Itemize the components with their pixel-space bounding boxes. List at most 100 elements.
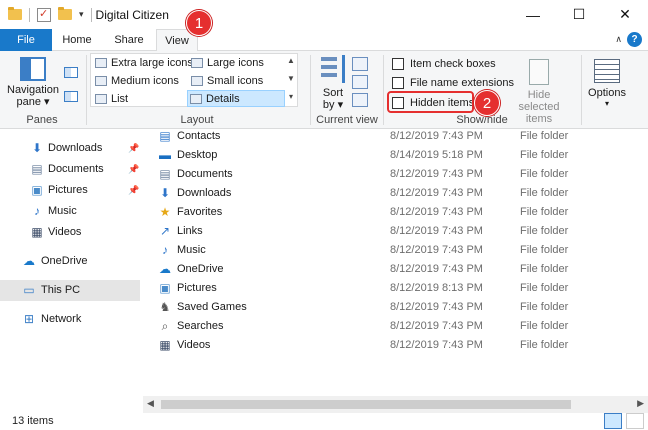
layout-option-label: List [111, 93, 129, 105]
file-name: Searches [177, 320, 224, 332]
nav-item-documents[interactable]: ▤ Documents 📌 [0, 159, 140, 180]
file-date: 8/12/2019 7:43 PM [390, 168, 483, 180]
pictures-icon: ▣ [31, 183, 43, 197]
quick-access-toolbar: ▾ [0, 0, 92, 29]
file-type: File folder [520, 320, 569, 332]
item-check-boxes-toggle[interactable]: Item check boxes [392, 55, 496, 73]
navigation-pane-button[interactable]: Navigation pane ▾ [6, 57, 60, 108]
group-by-icon[interactable] [352, 57, 368, 71]
nav-item-videos[interactable]: ▦ Videos [0, 222, 140, 243]
scrollbar-thumb[interactable] [161, 400, 571, 409]
close-icon[interactable]: ✕ [602, 0, 648, 29]
table-row[interactable]: ⬇ Downloads 8/12/2019 7:43 PM File folder [143, 184, 648, 203]
nav-item-label: Downloads [48, 142, 103, 154]
horizontal-scrollbar[interactable]: ◀ ▶ [143, 396, 648, 413]
help-icon[interactable]: ? [627, 32, 642, 47]
maximize-icon[interactable]: ☐ [556, 0, 602, 29]
file-type: File folder [520, 187, 569, 199]
network-icon: ⊞ [23, 312, 35, 326]
nav-item-music[interactable]: ♪ Music [0, 201, 140, 222]
ribbon: Navigation pane ▾ Panes Layout Extra lar… [0, 51, 648, 129]
scroll-left-icon[interactable]: ◀ [147, 398, 154, 409]
nav-item-downloads[interactable]: ⬇ Downloads 📌 [0, 138, 140, 159]
saved-games-icon: ♞ [159, 300, 171, 314]
table-row[interactable]: ♪ Music 8/12/2019 7:43 PM File folder [143, 241, 648, 260]
table-row[interactable]: ↗ Links 8/12/2019 7:43 PM File folder [143, 222, 648, 241]
options-button[interactable]: Options ▾ [582, 55, 632, 108]
tab-file[interactable]: File [0, 29, 52, 51]
table-row[interactable]: ⌕ Searches 8/12/2019 7:43 PM File folder [143, 317, 648, 336]
large-icons-view-icon[interactable] [626, 413, 644, 429]
layout-details[interactable]: Details [187, 90, 285, 107]
chevron-up-icon[interactable]: ∧ [615, 34, 622, 45]
large-icons-icon [191, 58, 203, 68]
file-name: Desktop [177, 149, 218, 161]
details-view-icon[interactable] [604, 413, 622, 429]
pin-icon: 📌 [128, 185, 140, 195]
desktop-icon: ▬ [159, 148, 171, 162]
table-row[interactable]: ▬ Desktop 8/14/2019 5:18 PM File folder [143, 146, 648, 165]
layout-option-label: Small icons [207, 75, 264, 87]
sort-by-button[interactable]: Sort by ▾ [316, 55, 350, 111]
layout-medium-icons[interactable]: Medium icons [93, 73, 179, 90]
scroll-down-icon[interactable]: ▼ [285, 74, 297, 83]
item-count: 13 items [12, 415, 54, 427]
file-date: 8/12/2019 7:43 PM [390, 187, 483, 199]
new-folder-icon[interactable] [58, 7, 72, 20]
nav-item-pictures[interactable]: ▣ Pictures 📌 [0, 180, 140, 201]
pictures-icon: ▣ [159, 281, 171, 295]
file-date: 8/12/2019 7:43 PM [390, 244, 483, 256]
layout-large-icons[interactable]: Large icons [189, 55, 264, 72]
folder-icon [8, 7, 22, 20]
properties-icon[interactable] [37, 7, 51, 22]
extra-large-icons-icon [95, 58, 107, 68]
table-row[interactable]: ★ Favorites 8/12/2019 7:43 PM File folder [143, 203, 648, 222]
table-row[interactable]: ▣ Pictures 8/12/2019 8:13 PM File folder [143, 279, 648, 298]
layout-gallery: Extra large icons Large icons Medium ico… [90, 53, 298, 107]
tab-share[interactable]: Share [104, 29, 154, 51]
nav-item-this-pc[interactable]: ▭ This PC [0, 280, 140, 301]
divider [310, 55, 311, 125]
file-name: Downloads [177, 187, 232, 199]
cloud-icon: ☁ [23, 254, 35, 268]
file-date: 8/12/2019 7:43 PM [390, 225, 483, 237]
preview-pane-icon[interactable] [64, 67, 78, 78]
file-date: 8/12/2019 7:43 PM [390, 301, 483, 313]
details-pane-icon[interactable] [64, 91, 78, 102]
options-label: Options [588, 87, 626, 99]
checkbox[interactable] [392, 58, 404, 70]
file-date: 8/14/2019 5:18 PM [390, 149, 483, 161]
navigation-pane-label: Navigation pane ▾ [7, 84, 59, 108]
expand-gallery-icon[interactable]: ▾ [285, 92, 297, 101]
scroll-right-icon[interactable]: ▶ [637, 398, 644, 409]
table-row[interactable]: ▦ Videos 8/12/2019 7:43 PM File folder [143, 336, 648, 355]
table-row[interactable]: ▤ Contacts 8/12/2019 7:43 PM File folder [143, 129, 648, 146]
table-row[interactable]: ♞ Saved Games 8/12/2019 7:43 PM File folder [143, 298, 648, 317]
scroll-up-icon[interactable]: ▲ [285, 56, 297, 65]
tab-home[interactable]: Home [52, 29, 102, 51]
layout-group-label: Layout [180, 114, 214, 126]
table-row[interactable]: ▤ Documents 8/12/2019 7:43 PM File folder [143, 165, 648, 184]
file-name-extensions-toggle[interactable]: File name extensions [392, 74, 514, 92]
nav-item-network[interactable]: ⊞ Network [0, 309, 140, 330]
panes-group-label: Panes [26, 114, 58, 126]
hide-selected-items-icon [529, 59, 549, 85]
table-row[interactable]: ☁ OneDrive 8/12/2019 7:43 PM File folder [143, 260, 648, 279]
add-columns-icon[interactable] [352, 75, 368, 89]
file-name: Pictures [177, 282, 217, 294]
documents-icon: ▤ [159, 167, 171, 181]
checkbox[interactable] [392, 77, 404, 89]
layout-small-icons[interactable]: Small icons [189, 73, 263, 90]
small-icons-icon [191, 76, 203, 86]
layout-list[interactable]: List [93, 91, 128, 108]
layout-extra-large-icons[interactable]: Extra large icons [93, 55, 193, 72]
customize-toolbar-icon[interactable]: ▾ [79, 9, 84, 20]
file-name: OneDrive [177, 263, 224, 275]
file-name: Music [177, 244, 206, 256]
minimize-icon[interactable]: — [510, 0, 556, 29]
current-view-group-label: Current view [316, 114, 378, 126]
nav-item-onedrive[interactable]: ☁ OneDrive [0, 251, 140, 272]
size-columns-icon[interactable] [352, 93, 368, 107]
file-name: Saved Games [177, 301, 247, 313]
title-bar: ▾ Digital Citizen — ☐ ✕ [0, 0, 648, 29]
